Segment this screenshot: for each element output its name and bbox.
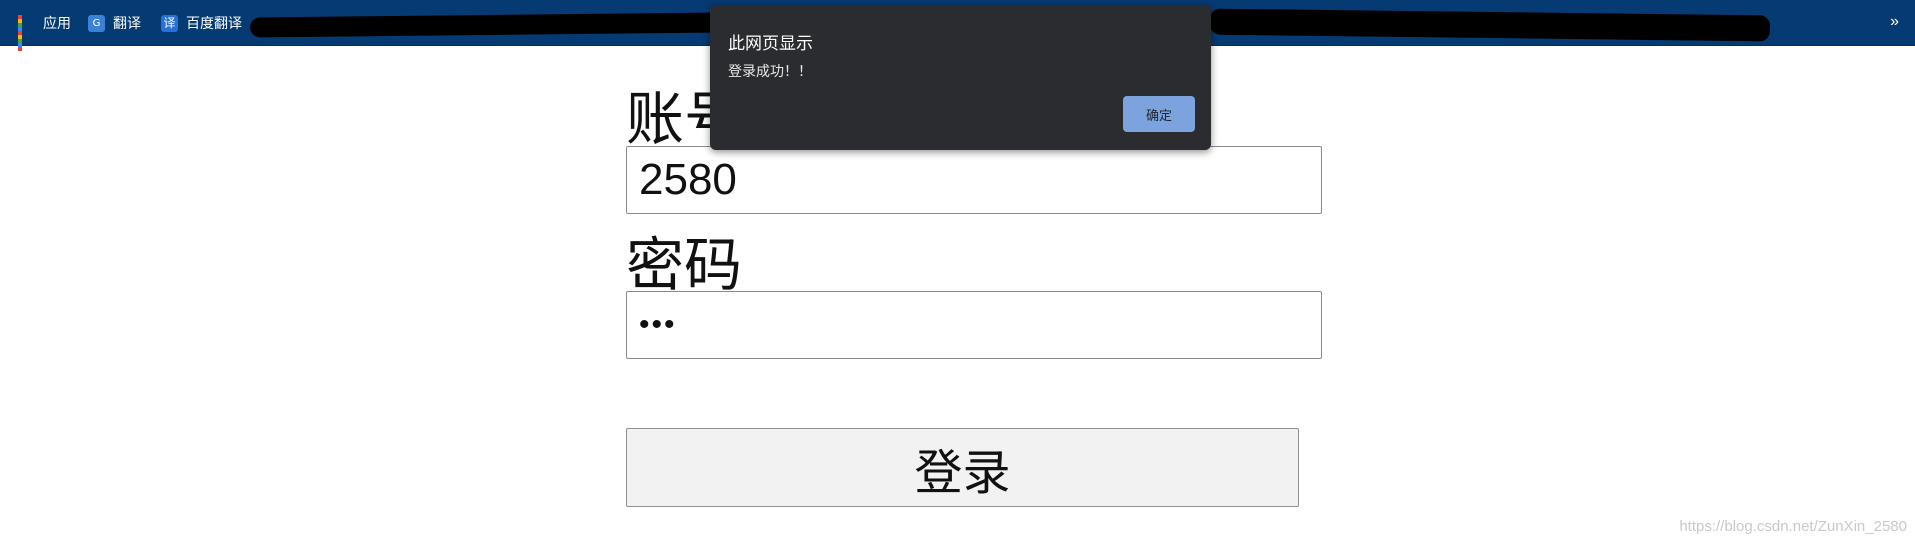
account-input[interactable]: 2580	[626, 146, 1322, 214]
redaction	[1209, 8, 1771, 42]
baidu-translate-icon: 译	[161, 14, 178, 32]
alert-dialog: 此网页显示 登录成功！！ 确定	[710, 5, 1211, 150]
translate-icon: G	[88, 14, 105, 32]
password-masked-value: •••	[639, 308, 677, 341]
watermark: https://blog.csdn.net/ZunXin_2580	[1679, 518, 1907, 535]
bookmark-translate[interactable]: G 翻译	[88, 12, 141, 34]
bookmark-apps[interactable]: 应用	[18, 12, 71, 51]
redaction	[249, 12, 721, 38]
dialog-title: 此网页显示	[728, 34, 813, 54]
login-button[interactable]: 登录	[626, 428, 1299, 507]
bookmark-label: 百度翻译	[186, 16, 242, 32]
bookmarks-overflow-icon[interactable]: »	[1890, 13, 1899, 31]
password-label: 密码	[626, 231, 743, 299]
bookmark-label: 翻译	[113, 16, 141, 32]
bookmark-baidu-translate[interactable]: 译 百度翻译	[161, 12, 242, 34]
apps-grid-icon	[18, 14, 35, 51]
dialog-ok-button[interactable]: 确定	[1123, 96, 1195, 132]
dialog-message: 登录成功！！	[728, 64, 812, 80]
bookmark-label: 应用	[43, 16, 71, 32]
account-value: 2580	[639, 155, 737, 204]
password-input[interactable]: •••	[626, 291, 1322, 359]
